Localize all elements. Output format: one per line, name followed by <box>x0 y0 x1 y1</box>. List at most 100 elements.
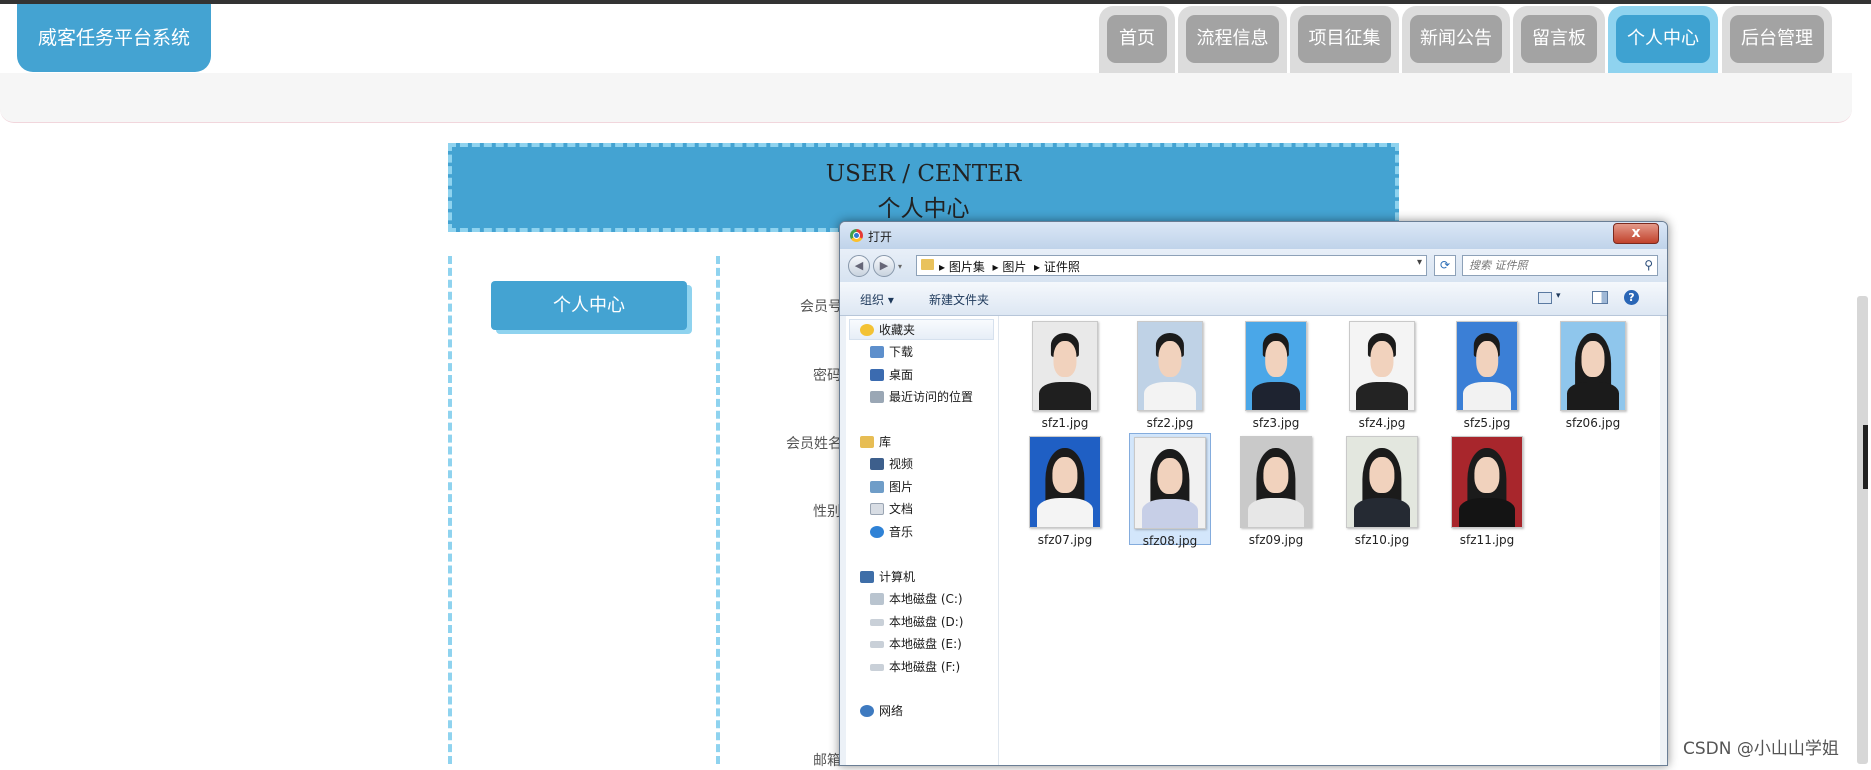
organize-button[interactable]: 组织 ▾ <box>860 291 894 308</box>
file-item[interactable]: sfz3.jpg <box>1235 318 1317 430</box>
nav-label: 个人中心 <box>1616 15 1710 63</box>
nav-admin[interactable]: 后台管理 <box>1722 6 1832 73</box>
nav-label: 本地磁盘 (F:) <box>889 660 961 674</box>
nav-label: 视频 <box>889 457 914 471</box>
search-icon[interactable]: ⚲ <box>1644 258 1653 272</box>
new-folder-button[interactable]: 新建文件夹 <box>929 291 989 308</box>
breadcrumb-pictures[interactable]: 图片 <box>1002 260 1026 274</box>
music-icon <box>870 526 884 538</box>
photo-thumbnail <box>1240 436 1312 528</box>
nav-label: 最近访问的位置 <box>889 390 974 404</box>
address-box[interactable]: ▸ 图片集 ▸ 图片 ▸ 证件照 ▾ <box>916 255 1427 276</box>
form-label-gender: 性别 <box>813 504 841 520</box>
page-scrollbar-thumb[interactable] <box>1863 425 1868 489</box>
address-dropdown-icon[interactable]: ▾ <box>1417 257 1422 268</box>
breadcrumb-id-photos[interactable]: 证件照 <box>1044 260 1080 274</box>
nav-user-center[interactable]: 个人中心 <box>1608 6 1718 73</box>
dialog-address-bar: ◀ ▶ ▾ ▸ 图片集 ▸ 图片 ▸ 证件照 ▾ ⟳ ⚲ <box>840 249 1667 282</box>
dialog-titlebar[interactable]: 打开 x <box>840 222 1667 249</box>
dialog-scrollbar[interactable] <box>1660 316 1667 765</box>
nav-label: 留言板 <box>1521 15 1597 63</box>
photo-thumbnail <box>1137 321 1203 411</box>
watermark: CSDN @小山山学姐 <box>1683 739 1839 759</box>
nav-disk-d[interactable]: 本地磁盘 (D:) <box>870 613 963 631</box>
nav-label: 本地磁盘 (E:) <box>889 637 962 651</box>
file-item[interactable]: sfz1.jpg <box>1024 318 1106 430</box>
forward-arrow-icon[interactable]: ▶ <box>873 255 895 277</box>
nav-label: 后台管理 <box>1730 15 1824 63</box>
nav-videos[interactable]: 视频 <box>870 455 913 473</box>
nav-documents[interactable]: 文档 <box>870 500 913 518</box>
nav-message-board[interactable]: 留言板 <box>1513 6 1605 73</box>
nav-label: 网络 <box>879 704 904 718</box>
help-icon[interactable]: ? <box>1624 290 1639 305</box>
file-name: sfz1.jpg <box>1041 416 1089 430</box>
nav-disk-c[interactable]: 本地磁盘 (C:) <box>870 590 963 608</box>
file-name: sfz4.jpg <box>1358 416 1406 430</box>
recent-places-icon <box>870 391 884 403</box>
refresh-icon[interactable]: ⟳ <box>1434 255 1456 276</box>
file-name: sfz08.jpg <box>1142 534 1198 548</box>
file-item[interactable]: sfz11.jpg <box>1446 433 1528 547</box>
form-label-email: 邮箱 <box>813 753 841 769</box>
nav-recent[interactable]: 最近访问的位置 <box>870 388 973 406</box>
dialog-navigation-pane: 收藏夹 下载 桌面 最近访问的位置 库 视频 图片 文档 音乐 计算机 本地磁盘… <box>846 316 999 765</box>
nav-label: 项目征集 <box>1298 15 1391 63</box>
preview-pane-icon[interactable] <box>1592 291 1608 304</box>
desktop-icon <box>870 369 884 381</box>
documents-icon <box>870 503 884 515</box>
nav-disk-e[interactable]: 本地磁盘 (E:) <box>870 635 962 653</box>
sidebar-left-border <box>448 256 452 764</box>
file-item[interactable]: sfz08.jpg <box>1129 433 1211 548</box>
view-dropdown-icon[interactable]: ▾ <box>1556 291 1561 301</box>
search-box[interactable]: ⚲ <box>1462 255 1658 276</box>
file-item[interactable]: sfz09.jpg <box>1235 433 1317 547</box>
file-item[interactable]: sfz5.jpg <box>1446 318 1528 430</box>
nav-favorites[interactable]: 收藏夹 <box>860 321 915 339</box>
nav-disk-f[interactable]: 本地磁盘 (F:) <box>870 658 960 676</box>
dialog-close-button[interactable]: x <box>1613 223 1659 244</box>
file-item[interactable]: sfz07.jpg <box>1024 433 1106 547</box>
form-label-password: 密码 <box>813 368 841 384</box>
sidebar-user-center-button[interactable]: 个人中心 <box>491 281 687 330</box>
nav-desktop[interactable]: 桌面 <box>870 366 913 384</box>
search-input[interactable] <box>1469 258 1629 273</box>
page-scrollbar-track[interactable] <box>1857 296 1868 764</box>
nav-libraries[interactable]: 库 <box>860 433 891 451</box>
photo-thumbnail <box>1560 321 1626 411</box>
nav-network[interactable]: 网络 <box>860 702 903 720</box>
nav-home[interactable]: 首页 <box>1099 6 1175 73</box>
nav-computer[interactable]: 计算机 <box>860 568 915 586</box>
file-item[interactable]: sfz06.jpg <box>1552 318 1634 430</box>
site-logo[interactable]: 威客任务平台系统 <box>17 4 211 72</box>
breadcrumb-gallery[interactable]: 图片集 <box>949 260 985 274</box>
drive-icon <box>870 664 884 671</box>
history-dropdown-icon[interactable]: ▾ <box>898 262 902 271</box>
nav-news[interactable]: 新闻公告 <box>1402 6 1510 73</box>
page-banner: USER / CENTER 个人中心 <box>448 143 1399 232</box>
file-name: sfz3.jpg <box>1252 416 1300 430</box>
drive-icon <box>870 619 884 626</box>
nav-project-collection[interactable]: 项目征集 <box>1290 6 1399 73</box>
nav-pictures[interactable]: 图片 <box>870 478 913 496</box>
nav-label: 流程信息 <box>1186 15 1279 63</box>
nav-process-info[interactable]: 流程信息 <box>1178 6 1287 73</box>
file-open-dialog[interactable]: 打开 x ◀ ▶ ▾ ▸ 图片集 ▸ 图片 ▸ 证件照 ▾ ⟳ ⚲ 组织 ▾ 新… <box>839 221 1668 766</box>
file-name: sfz06.jpg <box>1565 416 1621 430</box>
folder-icon <box>921 259 934 270</box>
back-arrow-icon[interactable]: ◀ <box>848 255 870 277</box>
system-drive-icon <box>870 593 884 605</box>
computer-icon <box>860 571 874 583</box>
file-item[interactable]: sfz10.jpg <box>1341 433 1423 547</box>
file-item[interactable]: sfz4.jpg <box>1341 318 1423 430</box>
library-icon <box>860 436 874 448</box>
nav-downloads[interactable]: 下载 <box>870 343 913 361</box>
address-path: ▸ 图片集 ▸ 图片 ▸ 证件照 <box>939 260 1080 274</box>
file-item[interactable]: sfz2.jpg <box>1129 318 1211 430</box>
star-icon <box>860 324 874 336</box>
sidebar-right-border <box>716 256 720 764</box>
nav-label: 首页 <box>1107 15 1167 63</box>
view-options-icon[interactable] <box>1538 292 1552 304</box>
photo-thumbnail <box>1349 321 1415 411</box>
nav-music[interactable]: 音乐 <box>870 523 913 541</box>
